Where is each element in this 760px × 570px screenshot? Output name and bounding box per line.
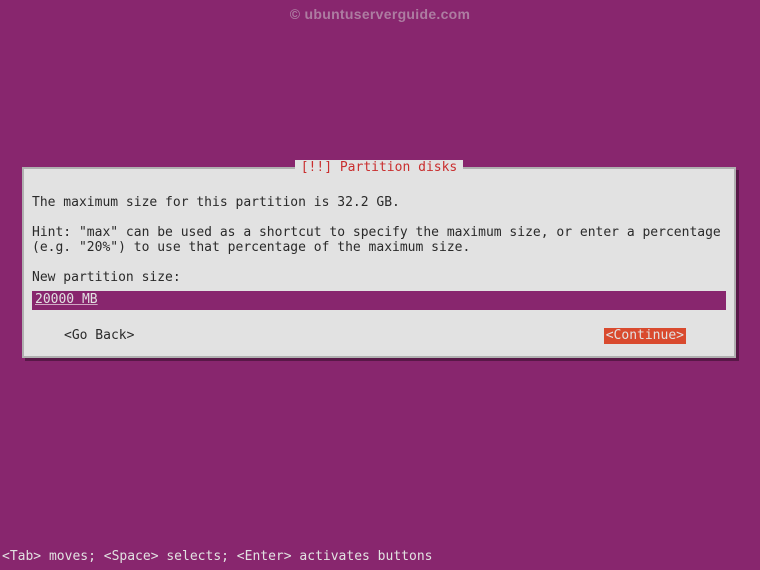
watermark-text: © ubuntuserverguide.com	[290, 6, 471, 22]
button-row: <Go Back> <Continue>	[32, 328, 726, 344]
hint-text: Hint: "max" can be used as a shortcut to…	[32, 225, 726, 256]
dialog-title: [!!] Partition disks	[295, 160, 464, 175]
max-size-text: The maximum size for this partition is 3…	[32, 195, 726, 211]
partition-dialog: [!!] Partition disks The maximum size fo…	[22, 167, 736, 358]
prompt-label: New partition size:	[32, 270, 726, 286]
go-back-button[interactable]: <Go Back>	[64, 328, 134, 344]
dialog-wrapper: [!!] Partition disks The maximum size fo…	[22, 167, 736, 358]
continue-button[interactable]: <Continue>	[604, 328, 686, 344]
dialog-body: The maximum size for this partition is 3…	[32, 179, 726, 344]
status-bar: <Tab> moves; <Space> selects; <Enter> ac…	[2, 549, 432, 564]
partition-size-input[interactable]: 20000 MB	[32, 291, 726, 310]
